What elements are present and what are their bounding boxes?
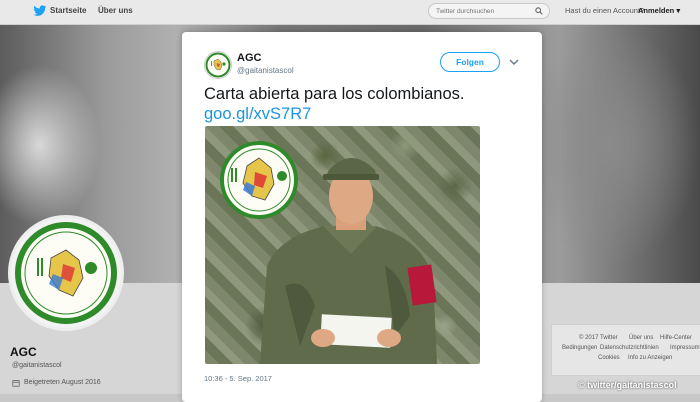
tweet-media-image[interactable] [205, 126, 480, 364]
agc-emblem-logo-small [205, 52, 231, 78]
profile-joined-date: Beigetreten August 2016 [12, 379, 101, 386]
tweet-author-handle[interactable]: @gaitanistascol [237, 66, 294, 75]
footer-link-privacy[interactable]: Datenschutzrichtlinien [600, 345, 659, 351]
profile-handle: @gaitanistascol [12, 362, 62, 369]
image-credit: © twitter/gaitanistascol [578, 380, 677, 390]
footer-link-imprint[interactable]: Impressum [670, 345, 700, 351]
footer-link-terms[interactable]: Bedingungen [562, 345, 597, 351]
chevron-down-icon[interactable] [509, 58, 519, 66]
account-prompt: Hast du einen Account? [565, 6, 645, 15]
tweet-author-name[interactable]: AGC [237, 52, 261, 64]
profile-avatar[interactable] [8, 215, 124, 331]
agc-emblem-logo [15, 222, 117, 324]
twitter-bird-icon[interactable] [33, 5, 47, 17]
footer-link-cookies[interactable]: Cookies [598, 355, 620, 361]
profile-joined-text: Beigetreten August 2016 [24, 379, 101, 386]
wall-emblem [220, 141, 298, 219]
login-button[interactable]: Anmelden ▾ [638, 6, 680, 15]
top-nav-bar: Startseite Über uns Hast du einen Accoun… [0, 0, 700, 25]
nav-about-link[interactable]: Über uns [98, 6, 133, 15]
tweet-timestamp[interactable]: 10:36 - 5. Sep. 2017 [204, 374, 272, 383]
footer-link-ads-info[interactable]: Info zu Anzeigen [628, 355, 672, 361]
login-label[interactable]: Anmelden [638, 6, 674, 15]
follow-button[interactable]: Folgen [440, 52, 500, 72]
search-input[interactable] [436, 6, 528, 16]
tweet-author-avatar[interactable] [204, 51, 232, 79]
footer-link-help[interactable]: Hilfe-Center [660, 335, 692, 341]
footer-link-copyright: © 2017 Twitter [579, 335, 618, 341]
search-box[interactable] [428, 3, 550, 19]
footer-links-box: © 2017 Twitter Über uns Hilfe-Center Bed… [551, 324, 700, 376]
search-icon[interactable] [535, 7, 543, 15]
caret-down-icon[interactable]: ▾ [676, 6, 680, 15]
calendar-icon [12, 380, 20, 387]
video-still-speaker [220, 141, 437, 364]
profile-name: AGC [10, 345, 37, 359]
tweet-link[interactable]: goo.gl/xvS7R7 [204, 105, 311, 124]
tweet-card: AGC @gaitanistascol Folgen Carta abierta… [182, 32, 542, 402]
nav-home-link[interactable]: Startseite [50, 6, 86, 15]
tweet-text: Carta abierta para los colombianos. [204, 85, 465, 103]
footer-link-about[interactable]: Über uns [629, 335, 653, 341]
